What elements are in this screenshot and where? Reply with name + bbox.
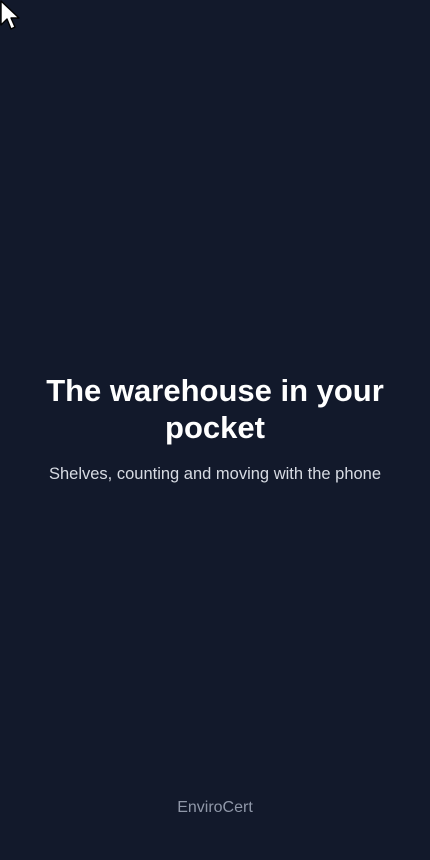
brand-name: EnviroCert	[177, 799, 253, 816]
splash-screen: The warehouse in your pocket Shelves, co…	[0, 0, 430, 860]
mouse-pointer-icon	[0, 0, 20, 30]
page-subtitle: Shelves, counting and moving with the ph…	[48, 465, 382, 483]
hero-section: The warehouse in your pocket Shelves, co…	[0, 372, 430, 484]
page-title: The warehouse in your pocket	[46, 373, 384, 445]
